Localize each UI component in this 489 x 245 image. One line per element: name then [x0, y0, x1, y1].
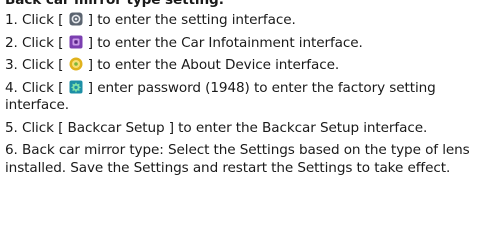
settings-app-icon — [69, 12, 83, 26]
step-1-suffix: ] to enter the setting interface. — [87, 12, 296, 28]
step-6: 6. Back car mirror type: Select the Sett… — [5, 142, 470, 176]
about-device-icon — [69, 57, 83, 71]
instruction-document: Back car mirror type setting: 1. Click [… — [5, 0, 485, 182]
section-heading: Back car mirror type setting: — [5, 0, 224, 8]
step-4: 4. Click [ ] enter password (1948) to en… — [5, 80, 485, 115]
step-2-prefix: 2. Click [ — [5, 34, 64, 51]
factory-settings-icon — [69, 80, 83, 94]
step-2: 2. Click [ ] to enter the Car Infotainme… — [5, 35, 485, 53]
step-2-suffix: ] to enter the Car Infotainment interfac… — [87, 34, 363, 51]
step-1: 1. Click [ ] to enter the setting interf… — [5, 12, 485, 30]
step-3-prefix: 3. Click [ — [5, 57, 64, 73]
step-3: 3. Click [ ] to enter the About Device i… — [5, 57, 485, 75]
step-1-prefix: 1. Click [ — [5, 12, 64, 28]
step-3-suffix: ] to enter the About Device interface. — [87, 57, 340, 73]
step-5: 5. Click [ Backcar Setup ] to enter the … — [5, 119, 428, 136]
step-4-prefix: 4. Click [ — [5, 79, 64, 96]
car-infotainment-icon — [69, 35, 83, 49]
